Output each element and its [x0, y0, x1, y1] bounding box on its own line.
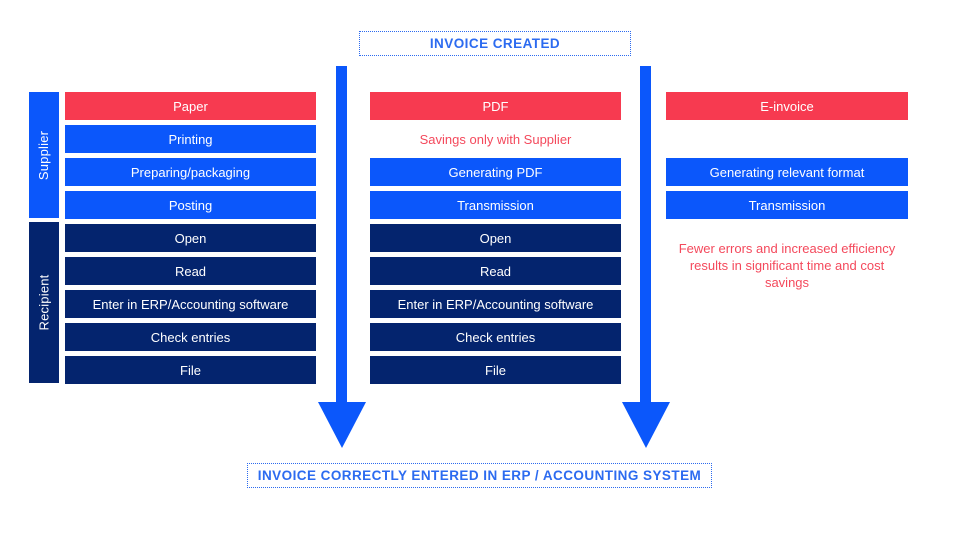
step-pdf-recipient-3: Enter in ERP/Accounting software [370, 290, 621, 318]
column-einvoice-header: E-invoice [666, 92, 908, 120]
einvoice-benefit-note: Fewer errors and increased efficiency re… [678, 241, 896, 290]
invoice-created-label: INVOICE CREATED [359, 31, 631, 56]
step-paper-supplier-1: Printing [65, 125, 316, 153]
lane-recipient-label: Recipient [36, 274, 52, 331]
invoice-entered-label: INVOICE CORRECTLY ENTERED IN ERP / ACCOU… [247, 463, 712, 488]
lane-supplier: Supplier [29, 92, 59, 218]
step-einvoice-supplier-1: Generating relevant format [666, 158, 908, 186]
step-pdf-recipient-4: Check entries [370, 323, 621, 351]
column-einvoice-spacer [666, 125, 908, 153]
step-paper-supplier-3: Posting [65, 191, 316, 219]
step-paper-recipient-5: File [65, 356, 316, 384]
column-pdf: PDF Savings only with Supplier Generatin… [370, 92, 621, 389]
lane-recipient: Recipient [29, 222, 59, 383]
column-pdf-note: Savings only with Supplier [419, 131, 572, 147]
column-pdf-header: PDF [370, 92, 621, 120]
step-einvoice-supplier-2: Transmission [666, 191, 908, 219]
step-paper-recipient-1: Open [65, 224, 316, 252]
step-paper-recipient-2: Read [65, 257, 316, 285]
column-paper: Paper Printing Preparing/packaging Posti… [65, 92, 316, 389]
step-pdf-recipient-5: File [370, 356, 621, 384]
step-paper-recipient-4: Check entries [65, 323, 316, 351]
pdf-flow-arrow [622, 66, 670, 448]
step-paper-supplier-2: Preparing/packaging [65, 158, 316, 186]
step-pdf-supplier-2: Transmission [370, 191, 621, 219]
column-paper-header: Paper [65, 92, 316, 120]
paper-flow-arrow [318, 66, 366, 448]
diagram-canvas: INVOICE CREATED Supplier Recipient Paper… [0, 0, 960, 540]
step-pdf-supplier-1: Generating PDF [370, 158, 621, 186]
lane-supplier-label: Supplier [36, 130, 52, 180]
step-pdf-recipient-1: Open [370, 224, 621, 252]
column-einvoice: E-invoice Generating relevant format Tra… [666, 92, 908, 224]
step-pdf-recipient-2: Read [370, 257, 621, 285]
step-paper-recipient-3: Enter in ERP/Accounting software [65, 290, 316, 318]
